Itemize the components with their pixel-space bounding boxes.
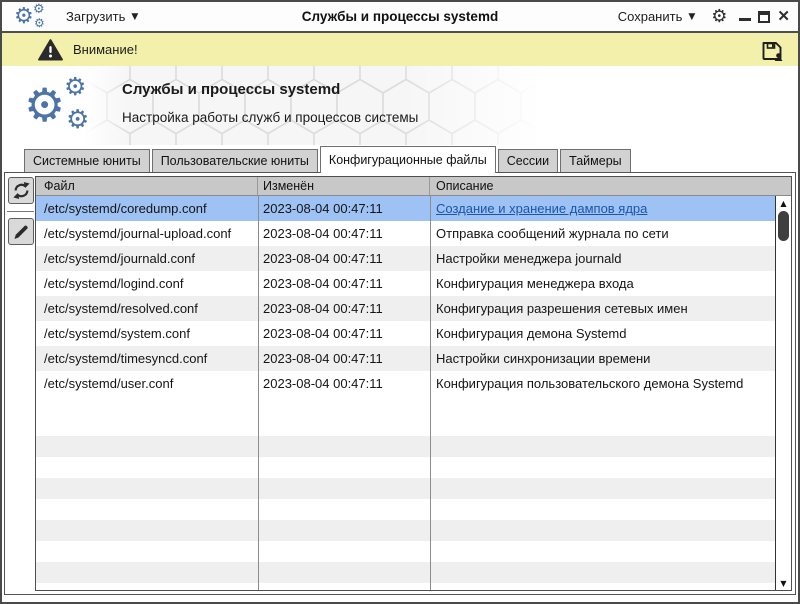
table-row[interactable]: /etc/systemd/timesyncd.conf 2023-08-04 0… — [36, 346, 775, 371]
pencil-icon — [12, 223, 30, 241]
cell-modified: 2023-08-04 00:47:11 — [258, 371, 430, 396]
maximize-button[interactable] — [758, 11, 770, 23]
page-title: Службы и процессы systemd — [122, 81, 418, 98]
refresh-button[interactable] — [8, 177, 34, 204]
table-row[interactable]: /etc/systemd/logind.conf 2023-08-04 00:4… — [36, 271, 775, 296]
cell-description-link[interactable]: Создание и хранение дампов ядра — [430, 196, 775, 221]
header-gears-icon: ⚙ ⚙ ⚙ — [24, 74, 92, 140]
save-report-button[interactable] — [760, 38, 784, 62]
close-button[interactable]: ✕ — [777, 11, 790, 23]
cell-modified: 2023-08-04 00:47:11 — [258, 271, 430, 296]
tab-panel-config-files: Файл Изменён Описание /etc/systemd/cored… — [4, 172, 796, 595]
table-row[interactable]: /etc/systemd/system.conf 2023-08-04 00:4… — [36, 321, 775, 346]
scroll-down-icon[interactable]: ▼ — [776, 579, 791, 588]
load-button-label: Загрузить — [66, 9, 125, 24]
table-row[interactable]: /etc/systemd/user.conf 2023-08-04 00:47:… — [36, 371, 775, 396]
edit-button[interactable] — [8, 218, 34, 245]
tab-sessions[interactable]: Сессии — [498, 149, 558, 172]
cell-file: /etc/systemd/logind.conf — [36, 271, 258, 296]
cell-description: Конфигурация демона Systemd — [430, 321, 775, 346]
app-window: ⚙ ⚙ ⚙ Загрузить ▼ Службы и процессы syst… — [0, 0, 800, 604]
column-separator — [258, 196, 259, 590]
toolbar-separator — [7, 211, 34, 212]
cell-file: /etc/systemd/timesyncd.conf — [36, 346, 258, 371]
triangle-down-icon: ▼ — [131, 12, 138, 22]
column-header-modified[interactable]: Изменён — [258, 177, 430, 195]
cell-description: Конфигурация менеджера входа — [430, 271, 775, 296]
settings-gear-icon[interactable]: ⚙ — [711, 8, 727, 26]
floppy-with-user-icon — [760, 38, 784, 62]
cell-description: Настройки менеджера journald — [430, 246, 775, 271]
cell-file: /etc/systemd/journal-upload.conf — [36, 221, 258, 246]
save-button-label: Сохранить — [618, 9, 683, 24]
cell-file: /etc/systemd/resolved.conf — [36, 296, 258, 321]
minimize-button[interactable] — [739, 18, 751, 21]
scroll-up-icon[interactable]: ▲ — [776, 199, 791, 208]
page-header: ⚙ ⚙ ⚙ Службы и процессы systemd Настройк… — [2, 66, 798, 145]
column-header-file[interactable]: Файл — [36, 177, 258, 195]
cell-description: Конфигурация разрешения сетевых имен — [430, 296, 775, 321]
warning-triangle-icon — [38, 39, 63, 61]
table-row[interactable]: /etc/systemd/journald.conf 2023-08-04 00… — [36, 246, 775, 271]
cell-file: /etc/systemd/coredump.conf — [36, 196, 258, 221]
column-separator — [430, 196, 431, 590]
scrollbar-thumb[interactable] — [778, 211, 789, 241]
cell-description: Настройки синхронизации времени — [430, 346, 775, 371]
table-header: Файл Изменён Описание — [36, 177, 791, 196]
cell-file: /etc/systemd/journald.conf — [36, 246, 258, 271]
load-button[interactable]: Загрузить ▼ — [60, 5, 144, 28]
cell-modified: 2023-08-04 00:47:11 — [258, 221, 430, 246]
table-body: /etc/systemd/coredump.conf 2023-08-04 00… — [36, 196, 775, 590]
tab-config-files[interactable]: Конфигурационные файлы — [320, 146, 496, 173]
table-row[interactable]: /etc/systemd/coredump.conf 2023-08-04 00… — [36, 196, 775, 221]
table-row[interactable]: /etc/systemd/resolved.conf 2023-08-04 00… — [36, 296, 775, 321]
cell-modified: 2023-08-04 00:47:11 — [258, 246, 430, 271]
save-button[interactable]: Сохранить ▼ — [612, 5, 702, 28]
cell-modified: 2023-08-04 00:47:11 — [258, 321, 430, 346]
table-row[interactable]: /etc/systemd/journal-upload.conf 2023-08… — [36, 221, 775, 246]
title-bar: ⚙ ⚙ ⚙ Загрузить ▼ Службы и процессы syst… — [2, 2, 798, 33]
config-files-table: Файл Изменён Описание /etc/systemd/cored… — [35, 176, 792, 591]
triangle-down-icon: ▼ — [688, 12, 695, 22]
tab-system-units[interactable]: Системные юниты — [24, 149, 150, 172]
tab-user-units[interactable]: Пользовательские юниты — [152, 149, 318, 172]
warning-bar: Внимание! — [2, 33, 798, 66]
cell-file: /etc/systemd/user.conf — [36, 371, 258, 396]
cell-description: Конфигурация пользовательского демона Sy… — [430, 371, 775, 396]
page-subtitle: Настройка работы служб и процессов систе… — [122, 110, 418, 125]
vertical-scrollbar[interactable]: ▲ ▼ — [775, 196, 791, 590]
tab-timers[interactable]: Таймеры — [560, 149, 631, 172]
cell-modified: 2023-08-04 00:47:11 — [258, 346, 430, 371]
cell-file: /etc/systemd/system.conf — [36, 321, 258, 346]
cell-modified: 2023-08-04 00:47:11 — [258, 296, 430, 321]
column-header-description[interactable]: Описание — [430, 177, 791, 195]
refresh-arrows-icon — [12, 181, 31, 200]
tab-strip: Системные юниты Пользовательские юниты К… — [2, 145, 798, 172]
cell-description: Отправка сообщений журнала по сети — [430, 221, 775, 246]
warning-text: Внимание! — [73, 42, 138, 57]
empty-rows-area — [36, 415, 775, 590]
app-gears-icon: ⚙ ⚙ ⚙ — [12, 3, 52, 31]
cell-modified: 2023-08-04 00:47:11 — [258, 196, 430, 221]
side-toolbar — [5, 173, 36, 594]
